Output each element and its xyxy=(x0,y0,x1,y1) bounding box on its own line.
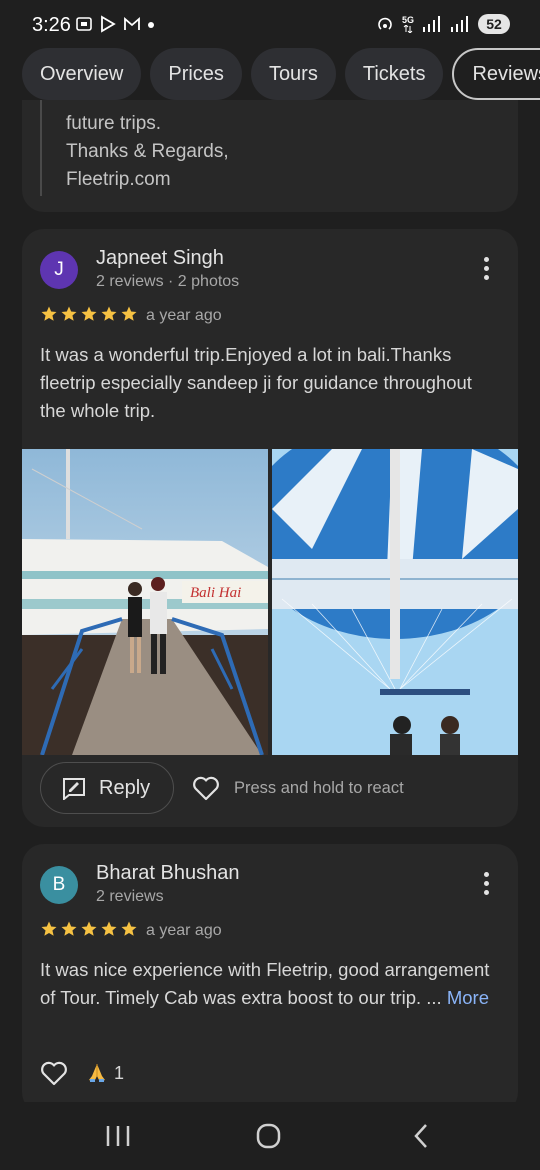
tab-reviews[interactable]: Reviews xyxy=(452,48,540,100)
play-icon xyxy=(101,15,116,33)
review-photo-yacht[interactable]: Bali Hai xyxy=(22,449,268,755)
yacht-sign-text: Bali Hai xyxy=(190,585,241,601)
signal-icon-2 xyxy=(451,16,468,32)
reply-button[interactable]: Reply xyxy=(40,762,174,814)
section-tabs: Overview Prices Tours Tickets Reviews xyxy=(22,48,540,100)
review-card: B Bharat Bhushan 2 reviews a year ago It… xyxy=(22,844,518,1114)
review-photo-parasail[interactable] xyxy=(272,449,518,755)
home-icon[interactable] xyxy=(248,1122,288,1150)
star-rating xyxy=(40,920,138,938)
more-link[interactable]: More xyxy=(447,987,489,1008)
react-area[interactable]: Press and hold to react xyxy=(192,775,404,801)
screenshot-icon xyxy=(76,17,92,31)
review-text: It was nice experience with Fleetrip, go… xyxy=(40,956,500,1012)
reaction-count: 1 xyxy=(114,1062,125,1083)
more-options-icon[interactable] xyxy=(476,257,496,283)
battery-indicator: 52 xyxy=(478,14,510,34)
review-card: J Japneet Singh 2 reviews · 2 photos a y… xyxy=(22,229,518,827)
tab-prices[interactable]: Prices xyxy=(150,48,242,100)
gmail-icon xyxy=(124,17,140,30)
system-nav-bar xyxy=(0,1102,540,1170)
owner-reply-line: Thanks & Regards, xyxy=(66,141,229,162)
folded-hands-icon xyxy=(89,1064,105,1082)
star-icon xyxy=(81,306,97,321)
avatar[interactable]: B xyxy=(40,866,78,904)
review-photos: Bali Hai xyxy=(22,449,518,755)
star-icon xyxy=(121,921,137,936)
maps-reviews-screen: 3:26 5G 52 Overview Prices Tours Tickets… xyxy=(0,0,540,1170)
reply-edit-icon xyxy=(63,778,85,800)
reply-label: Reply xyxy=(99,776,151,799)
network-badge: 5G xyxy=(401,14,414,33)
status-bar: 3:26 5G 52 xyxy=(0,0,540,46)
heart-icon[interactable] xyxy=(192,775,220,801)
star-icon xyxy=(81,921,97,936)
reaction-row: 1 xyxy=(40,1060,124,1086)
star-icon xyxy=(101,921,117,936)
signal-icon-1 xyxy=(423,16,440,32)
notification-icons xyxy=(75,15,155,33)
review-time: a year ago xyxy=(146,307,222,324)
owner-reply-line: future trips. xyxy=(66,113,162,134)
tab-tours[interactable]: Tours xyxy=(250,48,336,100)
star-icon xyxy=(41,306,57,321)
system-icons: 5G 52 xyxy=(376,14,510,34)
review-text: It was a wonderful trip.Enjoyed a lot in… xyxy=(40,344,472,421)
star-icon xyxy=(121,306,137,321)
parasail-photo-image xyxy=(272,449,518,755)
reaction-summary[interactable]: 1 xyxy=(86,1062,124,1084)
reviewer-meta: 2 reviews · 2 photos xyxy=(96,273,240,290)
tab-tickets[interactable]: Tickets xyxy=(344,48,444,100)
dot-icon xyxy=(148,22,154,28)
owner-reply: future trips. Thanks & Regards, Fleetrip… xyxy=(40,100,480,196)
owner-reply-cut-line xyxy=(66,100,480,110)
reviewer-meta: 2 reviews xyxy=(96,888,164,905)
star-icon xyxy=(41,921,57,936)
back-icon[interactable] xyxy=(400,1122,440,1150)
review-time: a year ago xyxy=(146,922,222,939)
react-hint: Press and hold to react xyxy=(234,778,404,797)
star-icon xyxy=(101,306,117,321)
data-arrows-icon xyxy=(403,24,413,33)
star-icon xyxy=(61,921,77,936)
more-options-icon[interactable] xyxy=(476,872,496,898)
status-time: 3:26 xyxy=(32,14,71,36)
star-icon xyxy=(61,306,77,321)
reviewer-name[interactable]: Bharat Bhushan xyxy=(96,862,239,885)
hotspot-icon xyxy=(378,17,392,30)
yacht-photo-image: Bali Hai xyxy=(22,449,268,755)
recent-apps-icon[interactable] xyxy=(98,1122,138,1150)
tab-overview[interactable]: Overview xyxy=(22,48,142,100)
reviewer-name[interactable]: Japneet Singh xyxy=(96,247,224,270)
star-rating xyxy=(40,305,138,323)
review-text-body: It was nice experience with Fleetrip, go… xyxy=(40,959,490,1008)
owner-reply-line: Fleetrip.com xyxy=(66,169,171,190)
previous-review-card: future trips. Thanks & Regards, Fleetrip… xyxy=(22,100,518,212)
avatar[interactable]: J xyxy=(40,251,78,289)
heart-icon[interactable] xyxy=(40,1060,68,1086)
network-type: 5G xyxy=(401,14,414,25)
